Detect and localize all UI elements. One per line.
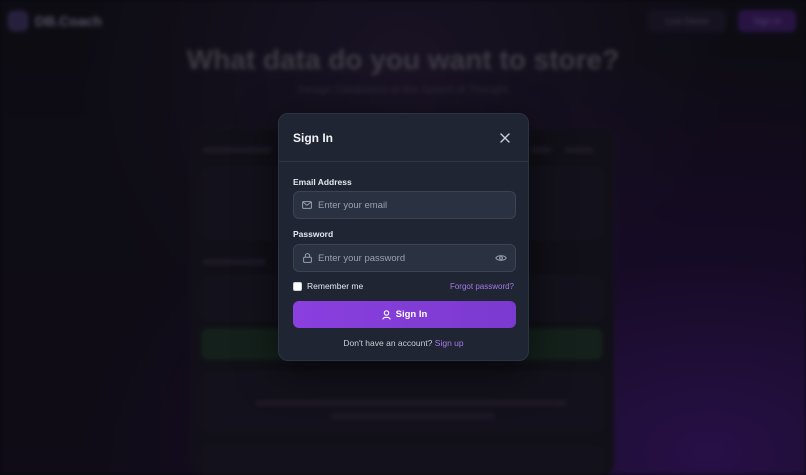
forgot-password-link[interactable]: Forgot password? <box>450 282 514 291</box>
email-field[interactable] <box>293 191 516 219</box>
sign-up-link[interactable]: Sign up <box>435 338 464 348</box>
sign-in-button[interactable]: Sign In <box>293 301 516 328</box>
lock-icon <box>302 253 312 263</box>
close-icon <box>500 133 510 143</box>
email-input[interactable] <box>318 199 515 211</box>
remember-me-checkbox[interactable] <box>293 281 302 291</box>
user-icon <box>381 309 391 320</box>
signup-prompt-text: Don't have an account? <box>343 338 435 348</box>
mail-icon <box>302 200 312 210</box>
modal-title: Sign In <box>293 131 333 145</box>
close-button[interactable] <box>498 131 512 145</box>
remember-me-label[interactable]: Remember me <box>307 281 363 291</box>
sign-in-button-label: Sign In <box>395 309 428 320</box>
password-field[interactable] <box>293 244 516 272</box>
email-label: Email Address <box>293 177 352 187</box>
show-password-button[interactable] <box>495 252 507 264</box>
sign-in-modal: Sign In Email Address Password <box>278 113 529 361</box>
password-input[interactable] <box>318 252 495 264</box>
remember-me-row: Remember me <box>293 281 363 291</box>
eye-icon <box>495 255 507 261</box>
password-label: Password <box>293 229 334 239</box>
modal-header: Sign In <box>279 114 528 162</box>
signup-prompt: Don't have an account? Sign up <box>279 338 528 348</box>
